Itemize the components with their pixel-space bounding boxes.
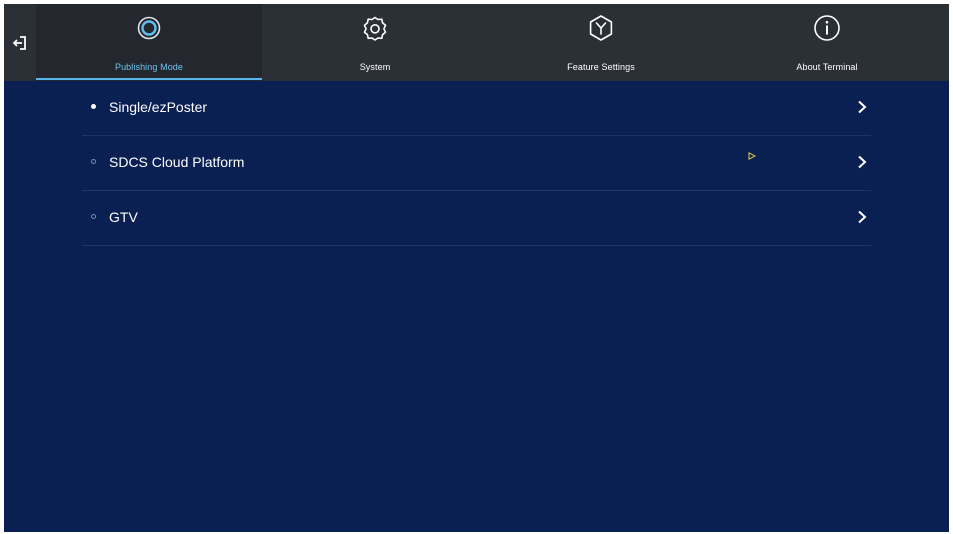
active-tab-indicator — [36, 78, 262, 80]
tab-publishing-mode[interactable]: Publishing Mode — [36, 4, 262, 81]
tab-label-feature-settings: Feature Settings — [567, 62, 635, 72]
chevron-right-icon — [858, 155, 867, 169]
option-label: GTV — [109, 209, 138, 225]
tab-label-about-terminal: About Terminal — [796, 62, 858, 72]
exit-button[interactable] — [4, 4, 36, 81]
option-label: SDCS Cloud Platform — [109, 154, 245, 170]
option-single-ezposter[interactable]: Single/ezPoster — [82, 81, 871, 136]
radio-unselected[interactable] — [91, 214, 96, 219]
publishing-mode-icon — [134, 13, 164, 43]
settings-screen: Publishing Mode System Feature Settings — [4, 4, 949, 532]
chevron-right-icon — [858, 210, 867, 224]
option-label: Single/ezPoster — [109, 99, 208, 115]
exit-icon — [12, 35, 26, 50]
feature-settings-icon — [586, 13, 616, 43]
tab-label-publishing-mode: Publishing Mode — [114, 62, 184, 72]
gear-icon — [360, 13, 390, 43]
tab-about-terminal[interactable]: About Terminal — [714, 4, 940, 81]
publishing-mode-list: Single/ezPoster SDCS Cloud Platform GTV — [82, 81, 871, 246]
pointer-cursor-icon — [748, 152, 756, 160]
radio-selected[interactable] — [91, 104, 96, 109]
tab-feature-settings[interactable]: Feature Settings — [488, 4, 714, 81]
option-gtv[interactable]: GTV — [82, 191, 871, 246]
tab-system[interactable]: System — [262, 4, 488, 81]
option-sdcs-cloud-platform[interactable]: SDCS Cloud Platform — [82, 136, 871, 191]
top-navigation-bar: Publishing Mode System Feature Settings — [4, 4, 949, 81]
info-icon — [812, 13, 842, 43]
tab-label-system: System — [359, 62, 391, 72]
chevron-right-icon — [858, 100, 867, 114]
radio-unselected[interactable] — [91, 159, 96, 164]
